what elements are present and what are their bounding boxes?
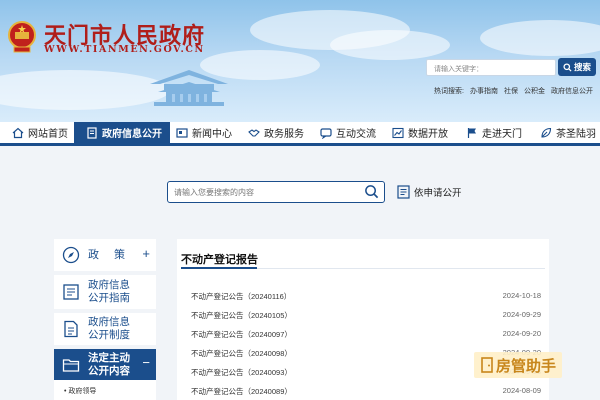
site-domain: WWW.TIANMEN.GOV.CN [44,44,205,55]
title-underline [181,267,257,269]
nav-item-lu-yu[interactable]: 茶圣陆羽 [526,122,596,143]
content-title: 不动产登记报告 [181,254,258,266]
nav-label: 茶圣陆羽 [556,129,596,140]
list-item-title[interactable]: 不动产登记公告（20240097） [191,329,292,343]
hot-words-label: 热词搜索: [434,88,464,95]
sidebar-label: 政府信息 公开指南 [88,279,130,305]
list-item-title[interactable]: 不动产登记公告（20240105） [191,310,292,324]
search-icon [563,62,572,72]
list-item[interactable]: 不动产登记公告（20240097） 2024-09-20 [191,329,541,343]
apply-label: 依申请公开 [414,188,462,199]
guide-document-icon [63,284,79,300]
chart-icon [392,127,404,138]
list-item-title[interactable]: 不动产登记公告（20240116） [191,291,291,305]
search-placeholder: 请输入您要搜索的内容 [174,188,254,197]
handshake-icon [248,128,260,137]
label-line: 公开制度 [88,329,130,341]
list-item[interactable]: 不动产登记公告（20240116） 2024-10-18 [191,291,541,305]
folder-icon [62,358,80,372]
document-icon [87,126,97,139]
nav-item-home[interactable]: 网站首页 [0,122,74,143]
sidebar-item-statutory-content[interactable]: 法定主动 公开内容 − [54,349,156,380]
search-icon[interactable] [364,184,379,199]
sidebar-item-disclosure-system[interactable]: 政府信息 公开制度 [54,313,156,345]
content-search-input[interactable]: 请输入您要搜索的内容 [167,181,385,203]
leaf-icon [541,127,552,138]
list-item-title[interactable]: 不动产登记公告（20240089） [191,386,292,400]
tower-building-icon [150,70,228,106]
nav-label: 新闻中心 [192,129,232,140]
nav-item-interaction[interactable]: 互动交流 [310,122,382,143]
main-nav: 网站首页 政府信息公开 新闻中心 政务服务 互动交流 数据开放 走进天门 茶圣陆… [0,122,600,146]
nav-item-gov-info[interactable]: 政府信息公开 [74,122,170,143]
hot-word-link[interactable]: 公积金 [524,86,545,96]
label-line: 法定主动 [88,351,130,364]
hot-word-link[interactable]: 政府信息公开 [551,86,593,96]
header-search-input[interactable]: 请输入关键字： [426,59,556,76]
hot-word-link[interactable]: 办事指南 [470,86,498,96]
form-icon [397,185,410,199]
news-icon [176,127,188,138]
apply-disclosure-button[interactable]: 依申请公开 [397,182,462,202]
cloud-decoration [0,70,170,110]
list-item[interactable]: 不动产登记公告（20240105） 2024-09-29 [191,310,541,324]
label-line: 政府信息 [88,279,130,291]
search-button-label: 搜索 [573,62,591,72]
home-icon [12,127,24,138]
label-line: 公开指南 [88,292,130,304]
door-icon [481,357,493,373]
sidebar-label: 法定主动 公开内容 [88,352,130,378]
collapse-icon[interactable]: − [142,355,150,370]
nav-label: 网站首页 [28,129,68,140]
nav-label: 走进天门 [482,129,522,140]
site-header: 天门市人民政府 WWW.TIANMEN.GOV.CN 请输入关键字： 搜索 热词… [0,0,600,122]
policy-document-icon [64,320,78,338]
sidebar-item-disclosure-guide[interactable]: 政府信息 公开指南 [54,275,156,309]
national-emblem-icon [8,21,36,53]
compass-icon [62,246,80,264]
list-item-title[interactable]: 不动产登记公告（20240093） [191,367,292,381]
watermark: 房管助手 [474,352,563,378]
label-line: 公开内容 [88,364,130,377]
hot-words: 热词搜索: 办事指南 社保 公积金 政府信息公开 [434,86,593,96]
nav-label: 数据开放 [408,129,448,140]
nav-label: 政府信息公开 [102,129,162,140]
sidebar-item-policy[interactable]: 政 策 + [54,239,156,271]
sidebar-label: 政 策 [88,248,127,261]
list-item-date: 2024-09-20 [502,329,541,338]
cloud-decoration [330,30,450,60]
list-item-date: 2024-08-09 [502,386,541,395]
list-item-date: 2024-10-18 [502,291,541,300]
nav-label: 互动交流 [336,129,376,140]
watermark-text: 房管助手 [496,357,557,375]
list-item-title[interactable]: 不动产登记公告（20240098） [191,348,292,362]
sidebar-subitem[interactable]: • 政府领导 [54,380,156,400]
list-item-date: 2024-09-29 [502,310,541,319]
flag-icon [467,127,476,138]
sidebar-label: 政府信息 公开制度 [88,316,130,342]
hot-word-link[interactable]: 社保 [504,86,518,96]
chat-icon [320,127,332,139]
header-search-button[interactable]: 搜索 [558,58,596,76]
list-item[interactable]: 不动产登记公告（20240089） 2024-08-09 [191,386,541,400]
cloud-decoration [480,20,600,56]
nav-item-news[interactable]: 新闻中心 [170,122,240,143]
label-line: 政府信息 [88,316,130,328]
nav-item-services[interactable]: 政务服务 [240,122,310,143]
nav-item-about-tianmen[interactable]: 走进天门 [454,122,526,143]
expand-icon[interactable]: + [142,246,150,261]
nav-label: 政务服务 [264,129,304,140]
nav-item-open-data[interactable]: 数据开放 [382,122,454,143]
